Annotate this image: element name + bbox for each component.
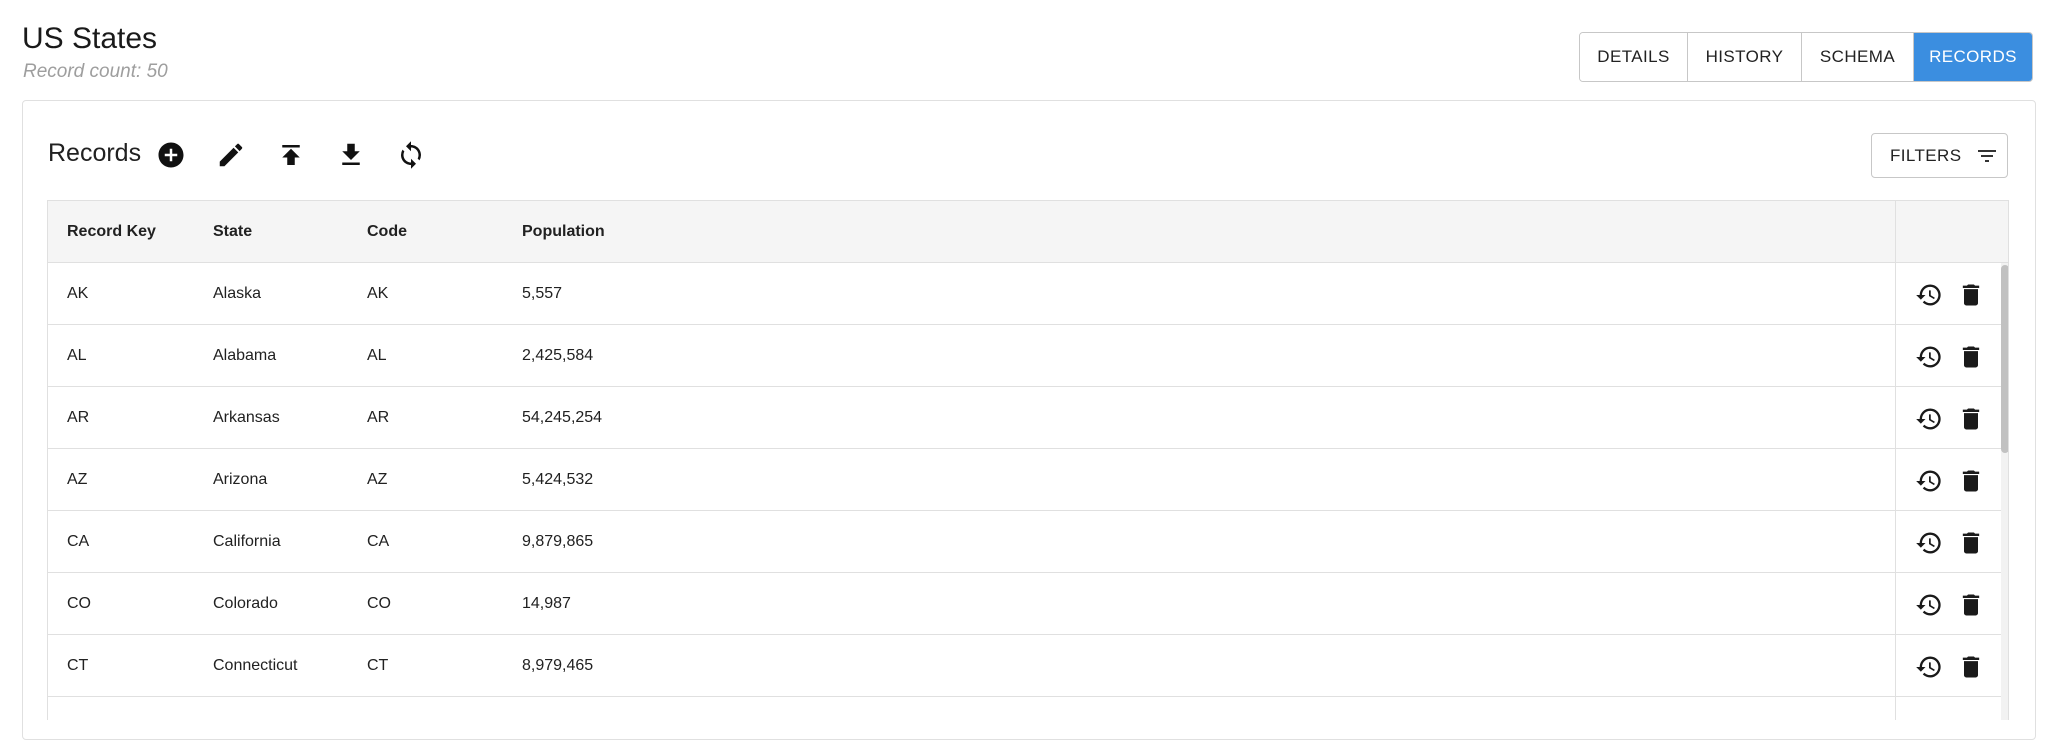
history-icon <box>1916 594 1941 616</box>
cell-population: 5,557 <box>522 285 563 302</box>
row-history-button[interactable] <box>1914 528 1944 558</box>
table-row[interactable]: CT Connecticut CT 8,979,465 <box>48 635 2008 697</box>
column-header-population[interactable]: Population <box>522 201 605 263</box>
refresh-icon <box>401 141 421 169</box>
add-circle-icon <box>158 142 184 168</box>
row-history-button[interactable] <box>1914 280 1944 310</box>
table-row[interactable]: AK Alaska AK 5,557 <box>48 263 2008 325</box>
table-row[interactable]: AZ Arizona AZ 5,424,532 <box>48 449 2008 511</box>
cell-code: AZ <box>367 471 388 488</box>
cell-record-key: AZ <box>67 471 88 488</box>
cell-state: Colorado <box>213 595 278 612</box>
add-record-button[interactable] <box>155 139 187 171</box>
cell-record-key: AK <box>67 285 89 302</box>
row-history-button[interactable] <box>1914 342 1944 372</box>
cell-code: AR <box>367 409 390 426</box>
records-heading: Records <box>48 139 142 167</box>
row-history-button[interactable] <box>1914 466 1944 496</box>
table-row[interactable]: CA California CA 9,879,865 <box>48 511 2008 573</box>
tab-history[interactable]: HISTORY <box>1688 33 1802 81</box>
cell-state: Arkansas <box>213 409 280 426</box>
row-delete-button[interactable] <box>1956 404 1986 434</box>
column-header-record-key[interactable]: Record Key <box>67 201 156 263</box>
table-header: Record Key State Code Population <box>48 201 2008 263</box>
history-icon <box>1916 284 1941 306</box>
table-row[interactable]: CO Colorado CO 14,987 <box>48 573 2008 635</box>
table-scrollbar-thumb[interactable] <box>2001 265 2008 453</box>
tab-schema[interactable]: SCHEMA <box>1802 33 1914 81</box>
delete-icon <box>1962 408 1980 430</box>
cell-population: 14,987 <box>522 595 571 612</box>
cell-population: 9,879,865 <box>522 533 594 550</box>
history-icon <box>1916 408 1941 430</box>
cell-code: AK <box>367 285 389 302</box>
row-history-button[interactable] <box>1914 404 1944 434</box>
row-history-button[interactable] <box>1914 590 1944 620</box>
cell-code: CT <box>367 657 389 674</box>
actions-column-divider <box>1895 201 1896 720</box>
cell-state: Alaska <box>213 285 262 302</box>
row-delete-button[interactable] <box>1956 280 1986 310</box>
filters-label: FILTERS <box>1890 145 1962 165</box>
tab-records[interactable]: RECORDS <box>1914 33 2032 81</box>
record-count: Record count: 50 <box>23 61 168 82</box>
table-row[interactable]: AL Alabama AL 2,425,584 <box>48 325 2008 387</box>
cell-state: Connecticut <box>213 657 298 674</box>
row-delete-button[interactable] <box>1956 652 1986 682</box>
records-table: Record Key State Code Population AK Alas… <box>47 200 2009 720</box>
download-icon <box>342 143 360 165</box>
view-tabs: DETAILS HISTORY SCHEMA RECORDS <box>1579 32 2033 82</box>
upload-button[interactable] <box>275 139 307 171</box>
cell-record-key: CA <box>67 533 90 550</box>
delete-icon <box>1962 594 1980 616</box>
history-icon <box>1916 532 1941 554</box>
cell-code: CA <box>367 533 390 550</box>
cell-record-key: CO <box>67 595 91 612</box>
history-icon <box>1916 346 1941 368</box>
edit-pencil-icon <box>219 143 243 167</box>
row-history-button[interactable] <box>1914 652 1944 682</box>
history-icon <box>1916 470 1941 492</box>
column-header-state[interactable]: State <box>213 201 252 263</box>
delete-icon <box>1962 346 1980 368</box>
cell-code: CO <box>367 595 391 612</box>
cell-population: 5,424,532 <box>522 471 594 488</box>
delete-icon <box>1962 532 1980 554</box>
cell-population: 8,979,465 <box>522 657 594 674</box>
cell-record-key: AL <box>67 347 87 364</box>
history-icon <box>1916 656 1941 678</box>
delete-icon <box>1962 284 1980 306</box>
row-delete-button[interactable] <box>1956 590 1986 620</box>
edit-button[interactable] <box>215 139 247 171</box>
cell-code: AL <box>367 347 387 364</box>
delete-icon <box>1962 470 1980 492</box>
row-delete-button[interactable] <box>1956 528 1986 558</box>
table-row[interactable]: AR Arkansas AR 54,245,254 <box>48 387 2008 449</box>
cell-population: 2,425,584 <box>522 347 594 364</box>
download-button[interactable] <box>335 139 367 171</box>
cell-population: 54,245,254 <box>522 409 603 426</box>
tab-details[interactable]: DETAILS <box>1580 33 1688 81</box>
row-delete-button[interactable] <box>1956 342 1986 372</box>
page-title: US States <box>22 22 158 55</box>
filters-button[interactable]: FILTERS <box>1871 133 2008 178</box>
cell-record-key: AR <box>67 409 90 426</box>
cell-state: Arizona <box>213 471 268 488</box>
row-delete-button[interactable] <box>1956 466 1986 496</box>
cell-state: California <box>213 533 281 550</box>
delete-icon <box>1962 656 1980 678</box>
cell-record-key: CT <box>67 657 89 674</box>
cell-state: Alabama <box>213 347 277 364</box>
column-header-code[interactable]: Code <box>367 201 407 263</box>
refresh-button[interactable] <box>395 139 427 171</box>
upload-icon <box>282 145 300 165</box>
filter-list-icon <box>1978 149 1997 162</box>
